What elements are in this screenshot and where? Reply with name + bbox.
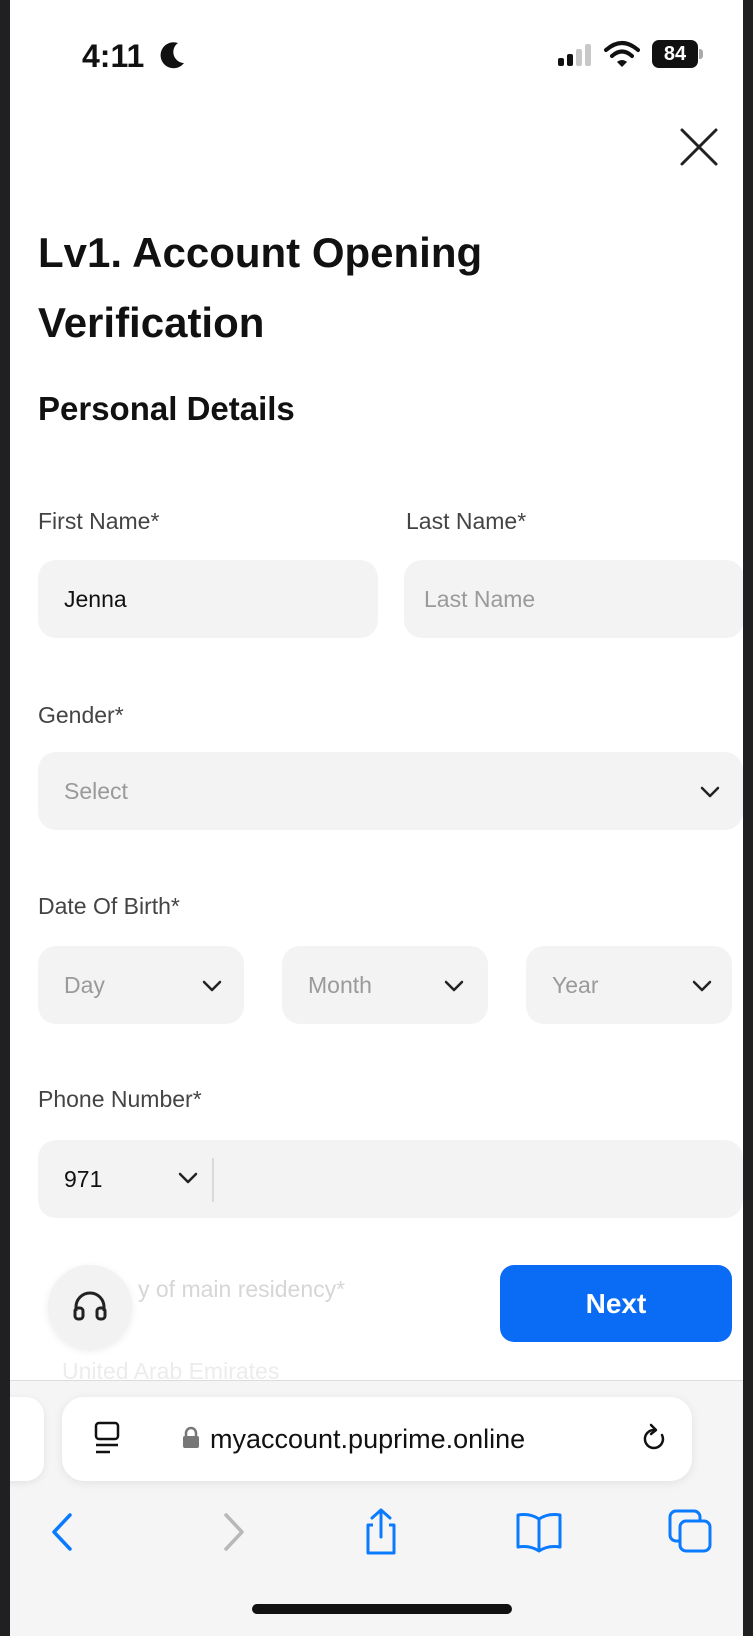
lock-icon bbox=[183, 1426, 199, 1448]
chevron-down-icon bbox=[444, 980, 464, 992]
home-indicator[interactable] bbox=[252, 1604, 512, 1614]
page-title: Lv1. Account Opening Verification bbox=[38, 229, 483, 346]
next-button[interactable]: Next bbox=[500, 1265, 732, 1342]
phone-field[interactable]: 971 bbox=[38, 1140, 743, 1218]
chevron-down-icon bbox=[692, 980, 712, 992]
reload-icon[interactable] bbox=[638, 1421, 670, 1455]
wifi-icon bbox=[604, 41, 640, 67]
cellular-signal-icon bbox=[558, 44, 591, 66]
close-icon[interactable] bbox=[678, 126, 720, 168]
phone-label: Phone Number* bbox=[38, 1086, 202, 1112]
chevron-down-icon[interactable] bbox=[178, 1172, 198, 1184]
gender-label: Gender* bbox=[38, 702, 124, 728]
back-icon[interactable] bbox=[40, 1507, 90, 1557]
tabs-icon[interactable] bbox=[666, 1507, 716, 1557]
phone-divider bbox=[212, 1158, 214, 1202]
gender-placeholder: Select bbox=[64, 778, 128, 804]
gender-select[interactable]: Select bbox=[38, 752, 743, 830]
share-icon[interactable] bbox=[356, 1507, 406, 1557]
last-name-label: Last Name* bbox=[406, 508, 527, 534]
section-title: Personal Details bbox=[38, 390, 295, 427]
forward-icon[interactable] bbox=[206, 1507, 256, 1557]
previous-tab-stub[interactable] bbox=[10, 1397, 44, 1481]
dob-year-select[interactable]: Year bbox=[526, 946, 732, 1024]
bookmarks-icon[interactable] bbox=[514, 1507, 564, 1557]
url-text: myaccount.puprime.online bbox=[210, 1424, 526, 1454]
first-name-value: Jenna bbox=[64, 586, 127, 612]
last-name-placeholder: Last Name bbox=[424, 586, 536, 612]
first-name-label: First Name* bbox=[38, 508, 160, 534]
dob-month-select[interactable]: Month bbox=[282, 946, 488, 1024]
dob-year-placeholder: Year bbox=[552, 972, 599, 998]
support-button[interactable] bbox=[48, 1265, 132, 1349]
browser-toolbar: myaccount.puprime.online bbox=[10, 1380, 743, 1636]
battery-indicator: 84 bbox=[652, 40, 704, 68]
device-frame: 4:11 84 Lv1. Account Opening Verificatio… bbox=[0, 0, 753, 1636]
battery-level: 84 bbox=[652, 40, 698, 68]
reader-mode-icon[interactable] bbox=[94, 1421, 120, 1455]
last-name-field[interactable]: Last Name bbox=[404, 560, 743, 638]
phone-country-code[interactable]: 971 bbox=[64, 1140, 102, 1218]
residency-label: y of main residency* bbox=[138, 1276, 346, 1302]
status-bar: 4:11 84 bbox=[10, 0, 743, 110]
chevron-down-icon bbox=[700, 786, 720, 798]
dob-day-placeholder: Day bbox=[64, 972, 105, 998]
status-time: 4:11 bbox=[82, 38, 145, 74]
address-bar[interactable]: myaccount.puprime.online bbox=[62, 1397, 692, 1481]
battery-nub bbox=[699, 49, 703, 59]
first-name-field[interactable]: Jenna bbox=[38, 560, 378, 638]
dob-label: Date Of Birth* bbox=[38, 893, 180, 919]
chevron-down-icon bbox=[202, 980, 222, 992]
moon-icon bbox=[160, 42, 184, 69]
screen: 4:11 84 Lv1. Account Opening Verificatio… bbox=[10, 0, 743, 1636]
dob-month-placeholder: Month bbox=[308, 972, 372, 998]
headset-icon bbox=[73, 1291, 107, 1321]
dob-day-select[interactable]: Day bbox=[38, 946, 244, 1024]
